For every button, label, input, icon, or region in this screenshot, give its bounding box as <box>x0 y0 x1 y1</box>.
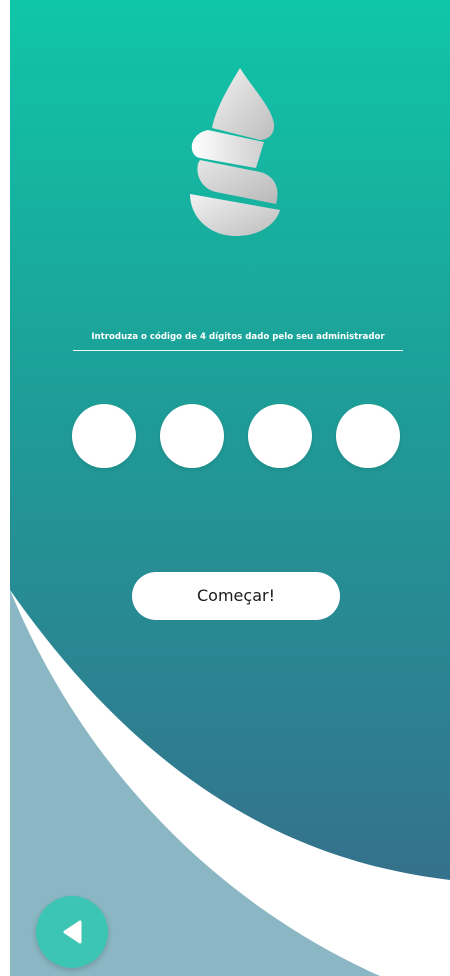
pin-prompt-underline <box>73 350 403 351</box>
pin-digit-4[interactable] <box>336 404 400 468</box>
pin-prompt-text: Introduza o código de 4 dígitos dado pel… <box>91 332 385 342</box>
pin-digit-2[interactable] <box>160 404 224 468</box>
pin-digit-1[interactable] <box>72 404 136 468</box>
pin-digit-3[interactable] <box>248 404 312 468</box>
start-button[interactable]: Começar! <box>132 572 340 620</box>
login-screen: Introduza o código de 4 dígitos dado pel… <box>0 0 450 976</box>
triangle-left-icon <box>63 920 82 944</box>
pin-input-row <box>72 404 402 468</box>
back-button[interactable] <box>36 896 108 968</box>
droplet-logo-icon <box>190 68 280 236</box>
